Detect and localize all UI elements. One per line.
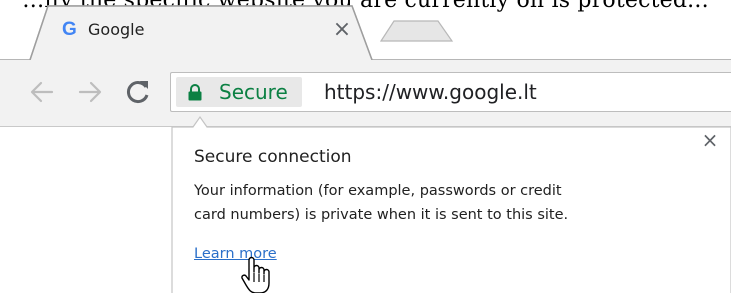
tab-title[interactable]: Google [88, 20, 144, 40]
secure-label: Secure [219, 80, 288, 104]
popup-close-icon[interactable]: × [700, 128, 720, 152]
google-favicon-icon: G [62, 19, 77, 40]
popup-title: Secure connection [194, 147, 352, 167]
url-text[interactable]: https://www.google.lt [324, 79, 537, 105]
popup-body-line: card numbers) is private when it is sent… [194, 207, 569, 223]
tab-close-icon[interactable]: × [332, 18, 352, 42]
new-tab-button[interactable] [380, 20, 454, 42]
browser-screenshot: …ify the specific website you are curren… [0, 0, 731, 293]
back-arrow-icon[interactable] [28, 78, 56, 106]
popup-body: Your information (for example, passwords… [194, 179, 714, 227]
hand-cursor-icon [241, 256, 270, 293]
tab-strip: G Google × [0, 0, 731, 61]
forward-arrow-icon[interactable] [76, 78, 104, 106]
lock-icon [188, 84, 202, 101]
reload-icon[interactable] [124, 78, 152, 106]
popup-body-line: Your information (for example, passwords… [194, 183, 562, 199]
